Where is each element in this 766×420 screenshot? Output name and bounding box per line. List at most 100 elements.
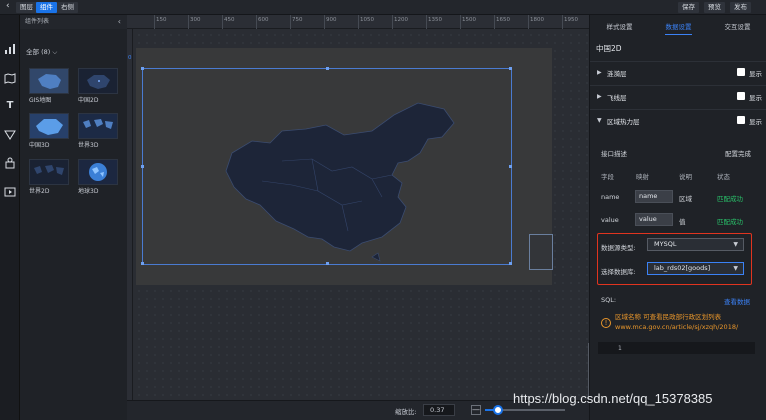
layer-row-flyline[interactable]: ▶ 飞线层 显示 xyxy=(590,85,766,107)
component-tile-china-2d[interactable]: 中国2D xyxy=(78,68,118,104)
world-2d-thumb xyxy=(29,159,69,185)
category-filter-dropdown[interactable]: 全部 (8) ⌵ xyxy=(26,46,57,57)
mapping-input[interactable]: value xyxy=(635,213,673,226)
layer-name: 区域热力层 xyxy=(607,118,640,126)
back-chevron-icon[interactable]: ‹ xyxy=(6,1,10,11)
ruler-tick: 1050 xyxy=(360,17,374,23)
layers-toggle-button[interactable]: 图层 xyxy=(16,2,37,13)
component-tile-world-3d[interactable]: 世界3D xyxy=(78,113,118,149)
show-checkbox[interactable] xyxy=(737,116,745,124)
tab-style-settings[interactable]: 样式设置 xyxy=(590,20,649,34)
vertical-ruler xyxy=(127,29,133,420)
database-label: 选择数据库: xyxy=(601,268,636,276)
ruler-tick: 1800 xyxy=(530,17,544,23)
world-3d-thumb xyxy=(78,113,118,139)
zoom-out-button[interactable]: — xyxy=(471,405,481,415)
component-tile-gis-map[interactable]: GIS地图 xyxy=(29,68,69,104)
china-2d-thumb xyxy=(78,68,118,94)
ruler-tick: 1500 xyxy=(462,17,476,23)
show-checkbox[interactable] xyxy=(737,68,745,76)
right-panel-toggle-button[interactable]: 右侧 xyxy=(57,2,78,13)
show-checkbox[interactable] xyxy=(737,92,745,100)
sql-label: SQL: xyxy=(601,296,617,304)
resize-handle[interactable] xyxy=(141,262,144,265)
zoom-ratio-input[interactable]: 0.37 xyxy=(423,404,455,416)
component-tile-globe-3d[interactable]: 地球3D xyxy=(78,159,118,195)
datasource-type-label: 数据源类型: xyxy=(601,244,636,252)
field-name: value xyxy=(601,216,619,224)
field-desc: 区域 xyxy=(679,195,692,203)
show-label: 显示 xyxy=(749,70,762,78)
category-icon-strip: T xyxy=(0,15,20,420)
horizontal-ruler: 150 300 450 600 750 900 1050 1200 1350 1… xyxy=(127,15,589,29)
layer-name: 飞线层 xyxy=(607,94,627,102)
china-map-graphic xyxy=(225,102,455,262)
ruler-tick: 450 xyxy=(224,17,235,23)
csdn-watermark: https://blog.csdn.net/qq_15378385 xyxy=(513,391,713,406)
video-icon[interactable] xyxy=(4,186,16,198)
resize-handle[interactable] xyxy=(141,67,144,70)
collapse-chevron-icon[interactable]: ‹ xyxy=(118,15,121,29)
resize-handle[interactable] xyxy=(141,165,144,168)
component-list-header: 组件列表 ‹ xyxy=(20,15,127,29)
field-name: name xyxy=(601,193,620,201)
ruler-tick: 1200 xyxy=(394,17,408,23)
tile-label: 中国2D xyxy=(78,97,99,104)
caret-right-icon[interactable]: ▶ xyxy=(597,93,602,100)
media-icon[interactable] xyxy=(4,157,16,169)
column-header: 说明 xyxy=(679,173,692,181)
ruler-origin-label: 0 xyxy=(128,55,132,61)
tab-interaction-settings[interactable]: 交互设置 xyxy=(708,20,766,34)
filter-icon[interactable] xyxy=(4,129,16,141)
database-select[interactable]: lab_rds02[goods] ▼ xyxy=(647,262,744,275)
tile-label: 地球3D xyxy=(78,188,99,195)
layer-row-heatmap[interactable]: ▼ 区域热力层 显示 xyxy=(590,109,766,131)
component-list-title: 组件列表 xyxy=(25,18,50,25)
tile-label: GIS地图 xyxy=(29,97,52,104)
china-3d-thumb xyxy=(29,113,69,139)
datasource-type-select[interactable]: MYSQL ▼ xyxy=(647,238,744,251)
show-label: 显示 xyxy=(749,94,762,102)
layer-row-ripple[interactable]: ▶ 涟漪层 显示 xyxy=(590,61,766,83)
resize-handle[interactable] xyxy=(509,262,512,265)
tile-label: 世界2D xyxy=(29,188,50,195)
map-icon[interactable] xyxy=(4,72,16,84)
component-tile-china-3d[interactable]: 中国3D xyxy=(29,113,69,149)
resize-handle[interactable] xyxy=(509,165,512,168)
caret-right-icon[interactable]: ▶ xyxy=(597,69,602,76)
config-status: 配置完成 xyxy=(725,150,751,158)
tab-data-settings[interactable]: 数据设置 xyxy=(649,20,708,35)
text-icon[interactable]: T xyxy=(4,100,16,112)
components-toggle-button[interactable]: 组件 xyxy=(36,2,57,13)
publish-button[interactable]: 发布 xyxy=(730,2,751,13)
zoom-label: 缩放比: xyxy=(395,408,417,416)
mapping-input[interactable]: name xyxy=(635,190,673,203)
show-label: 显示 xyxy=(749,118,762,126)
chart-icon[interactable] xyxy=(4,43,16,55)
ruler-tick: 750 xyxy=(292,17,303,23)
design-canvas[interactable]: 150 300 450 600 750 900 1050 1200 1350 1… xyxy=(127,15,699,420)
column-header: 映射 xyxy=(636,173,649,181)
resize-handle[interactable] xyxy=(509,67,512,70)
sql-line-number: 1 xyxy=(618,345,622,352)
tile-label: 中国3D xyxy=(29,142,50,149)
properties-panel: 样式设置 数据设置 交互设置 中国2D ▶ 涟漪层 显示 ▶ 飞线层 显示 ▼ … xyxy=(589,15,766,420)
component-list-panel: 组件列表 ‹ 全部 (8) ⌵ GIS地图 中国2D 中国3D 世界3D 世界2… xyxy=(20,15,127,420)
preview-button[interactable]: 预览 xyxy=(704,2,725,13)
field-desc: 值 xyxy=(679,218,686,226)
ruler-tick: 1350 xyxy=(428,17,442,23)
zoom-slider-knob[interactable] xyxy=(493,405,503,415)
zoom-slider[interactable] xyxy=(485,405,565,415)
tile-label: 世界3D xyxy=(78,142,99,149)
ruler-tick: 150 xyxy=(156,17,167,23)
save-button[interactable]: 保存 xyxy=(678,2,699,13)
column-header: 字段 xyxy=(601,173,614,181)
chevron-down-icon: ▼ xyxy=(733,241,738,248)
resize-handle[interactable] xyxy=(326,67,329,70)
match-status: 匹配成功 xyxy=(717,218,743,226)
component-tile-world-2d[interactable]: 世界2D xyxy=(29,159,69,195)
view-data-link[interactable]: 查看数据 xyxy=(724,296,750,306)
caret-down-icon[interactable]: ▼ xyxy=(597,117,602,124)
column-header: 状态 xyxy=(717,173,730,181)
component-title: 中国2D xyxy=(596,44,622,53)
